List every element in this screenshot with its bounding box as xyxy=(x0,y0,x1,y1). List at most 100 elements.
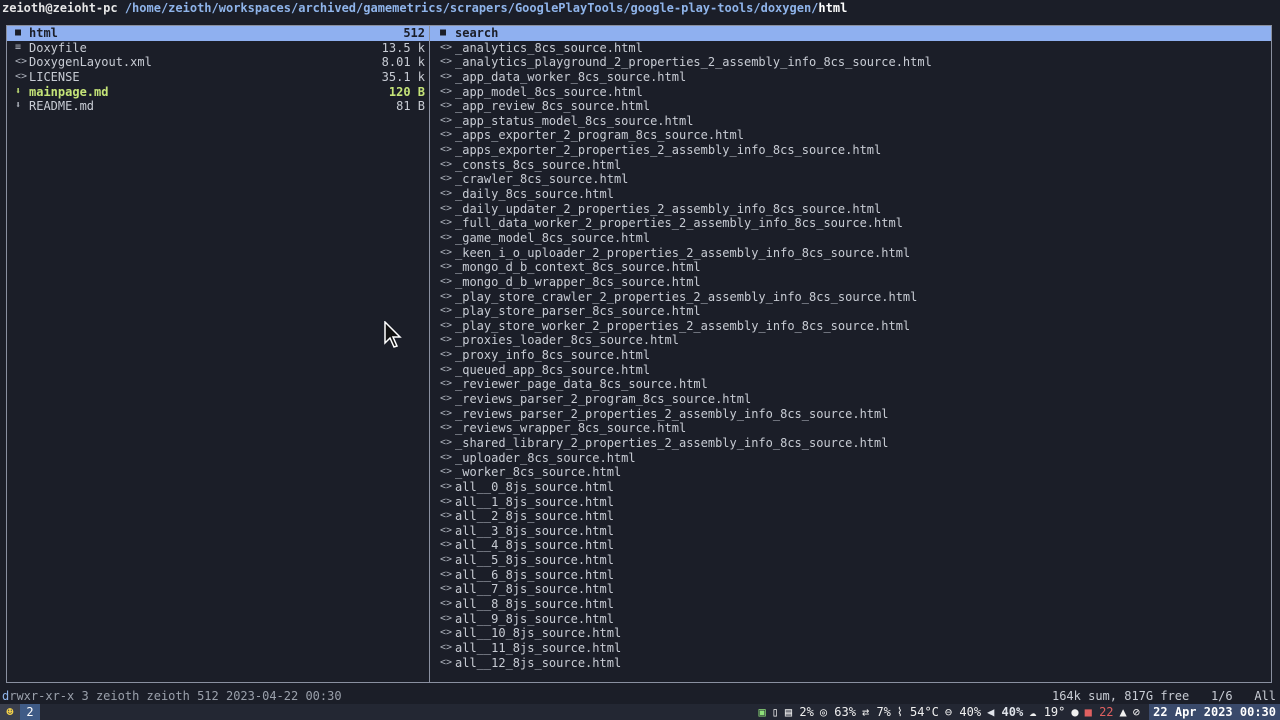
bell-widget[interactable]: ▲ xyxy=(1120,704,1127,720)
file-row[interactable]: <> all__11_8js_source.html xyxy=(430,641,1271,656)
disk-usage: 164k sum, 817G free xyxy=(1051,689,1190,703)
file-row[interactable]: <> _proxies_loader_8cs_source.html xyxy=(430,333,1271,348)
file-name: _full_data_worker_2_properties_2_assembl… xyxy=(455,216,903,231)
file-row[interactable]: <> _worker_8cs_source.html xyxy=(430,465,1271,480)
weather-widget[interactable]: ☁ 19° xyxy=(1029,704,1065,720)
file-name: DoxygenLayout.xml xyxy=(29,55,152,70)
file-row[interactable]: <> all__10_8js_source.html xyxy=(430,626,1271,641)
memory-widget[interactable]: ◎ 63% xyxy=(820,704,856,720)
code-file-icon: <> xyxy=(440,451,453,463)
file-row[interactable]: ■ html 512 xyxy=(7,26,429,41)
volume-widget[interactable]: ◀ 40% xyxy=(987,704,1023,720)
file-row[interactable]: <> _app_data_worker_8cs_source.html xyxy=(430,70,1271,85)
file-row[interactable]: <> _app_model_8cs_source.html xyxy=(430,85,1271,100)
bulb-widget[interactable]: ● xyxy=(1071,704,1078,720)
file-row[interactable]: <> all__1_8js_source.html xyxy=(430,495,1271,510)
code-file-icon: <> xyxy=(440,275,453,287)
file-name: _app_data_worker_8cs_source.html xyxy=(455,69,687,84)
file-size: 81 B xyxy=(396,99,425,114)
widget-value: 19° xyxy=(1043,705,1066,719)
disk-widget[interactable]: ⊖ 40% xyxy=(945,704,981,720)
clipboard-widget[interactable]: ▯ xyxy=(772,704,779,720)
launcher-face-icon[interactable]: ☻ xyxy=(0,704,20,720)
file-name: all__3_8js_source.html xyxy=(455,523,614,538)
file-row[interactable]: <> _apps_exporter_2_program_8cs_source.ht… xyxy=(430,128,1271,143)
file-row[interactable]: <> DoxygenLayout.xml 8.01 k xyxy=(7,55,429,70)
file-row[interactable]: <> all__2_8js_source.html xyxy=(430,509,1271,524)
file-name: _keen_i_o_uploader_2_properties_2_assemb… xyxy=(455,245,911,260)
file-row[interactable]: <> all__5_8js_source.html xyxy=(430,553,1271,568)
cpu-widget[interactable]: ▤ 2% xyxy=(785,704,814,720)
file-name: _reviews_parser_2_properties_2_assembly_… xyxy=(455,406,889,421)
file-row[interactable]: <> all__8_8js_source.html xyxy=(430,597,1271,612)
file-row[interactable]: <> all__4_8js_source.html xyxy=(430,538,1271,553)
file-row[interactable]: <> _proxy_info_8cs_source.html xyxy=(430,348,1271,363)
file-row[interactable]: ⬇ README.md 81 B xyxy=(7,99,429,114)
code-file-icon: <> xyxy=(440,319,453,331)
file-row[interactable]: <> _reviews_parser_2_program_8cs_source.h… xyxy=(430,392,1271,407)
file-row[interactable]: <> _reviewer_page_data_8cs_source.html xyxy=(430,377,1271,392)
file-row[interactable]: <> _play_store_crawler_2_properties_2_ass… xyxy=(430,290,1271,305)
volume-icon: ◀ xyxy=(987,705,995,719)
file-row[interactable]: <> LICENSE 35.1 k xyxy=(7,70,429,85)
file-name: _worker_8cs_source.html xyxy=(455,465,622,480)
file-row[interactable]: <> _analytics_playground_2_properties_2_a… xyxy=(430,55,1271,70)
file-row[interactable]: <> _consts_8cs_source.html xyxy=(430,158,1271,173)
file-row[interactable]: <> _mongo_d_b_wrapper_8cs_source.html xyxy=(430,275,1271,290)
thermometer-widget[interactable]: ⌇ 54°C xyxy=(897,704,939,720)
file-row[interactable]: <> all__0_8js_source.html xyxy=(430,480,1271,495)
scroll-indicator: All xyxy=(1254,689,1276,703)
file-row[interactable]: <> _crawler_8cs_source.html xyxy=(430,172,1271,187)
file-row[interactable]: <> _game_model_8cs_source.html xyxy=(430,231,1271,246)
file-row[interactable]: <> _reviews_wrapper_8cs_source.html xyxy=(430,421,1271,436)
file-row[interactable]: ⬇ mainpage.md 120 B xyxy=(7,85,429,100)
file-name: all__1_8js_source.html xyxy=(455,494,614,509)
clock[interactable]: 22 Apr 2023 00:30 xyxy=(1149,704,1280,720)
current-directory: html xyxy=(818,1,848,15)
file-row[interactable]: ≡ Doxyfile 13.5 k xyxy=(7,41,429,56)
file-row[interactable]: <> all__9_8js_source.html xyxy=(430,612,1271,627)
file-name: _reviews_wrapper_8cs_source.html xyxy=(455,421,687,436)
workspace-switcher[interactable]: ☻ 2 xyxy=(0,704,40,720)
calendar-widget[interactable]: ▣ xyxy=(758,704,765,720)
file-row[interactable]: <> all__6_8js_source.html xyxy=(430,568,1271,583)
file-row[interactable]: <> _app_status_model_8cs_source.html xyxy=(430,114,1271,129)
folder-row[interactable]: ■ search xyxy=(430,26,1271,41)
status-line: drwxr-xr-x 3 zeioth zeioth 512 2023-04-2… xyxy=(0,688,1280,704)
file-row[interactable]: <> _shared_library_2_properties_2_assembl… xyxy=(430,436,1271,451)
parent-directory-pane[interactable]: ■ html 512 ≡ Doxyfile 13.5 k <> DoxygenLayout.x… xyxy=(6,25,430,683)
file-row[interactable]: <> _keen_i_o_uploader_2_properties_2_asse… xyxy=(430,246,1271,261)
file-row[interactable]: <> all__7_8js_source.html xyxy=(430,582,1271,597)
file-name: all__2_8js_source.html xyxy=(455,509,614,524)
permissions: rwxr-xr-x xyxy=(9,689,75,703)
workspace-button[interactable]: 2 xyxy=(20,704,40,720)
code-file-icon: <> xyxy=(440,305,453,317)
file-row[interactable]: <> _daily_updater_2_properties_2_assembly… xyxy=(430,202,1271,217)
file-row[interactable]: <> _queued_app_8cs_source.html xyxy=(430,363,1271,378)
file-row[interactable]: <> _play_store_worker_2_properties_2_asse… xyxy=(430,319,1271,334)
code-file-icon: <> xyxy=(440,539,453,551)
file-name: _uploader_8cs_source.html xyxy=(455,450,636,465)
file-row[interactable]: <> _app_review_8cs_source.html xyxy=(430,99,1271,114)
file-row[interactable]: <> all__12_8js_source.html xyxy=(430,656,1271,671)
updates-widget[interactable]: ■ 22 xyxy=(1085,704,1114,720)
file-row[interactable]: <> all__3_8js_source.html xyxy=(430,524,1271,539)
file-row[interactable]: <> _analytics_8cs_source.html xyxy=(430,41,1271,56)
file-row[interactable]: <> _play_store_parser_8cs_source.html xyxy=(430,304,1271,319)
network-widget[interactable]: ⇄ 7% xyxy=(862,704,891,720)
file-row[interactable]: <> _apps_exporter_2_properties_2_assembly… xyxy=(430,143,1271,158)
file-row[interactable]: <> _daily_8cs_source.html xyxy=(430,187,1271,202)
file-row[interactable]: <> _uploader_8cs_source.html xyxy=(430,451,1271,466)
file-name: _play_store_parser_8cs_source.html xyxy=(455,304,701,319)
file-name: _analytics_playground_2_properties_2_ass… xyxy=(455,55,932,70)
file-name: all__10_8js_source.html xyxy=(455,626,622,641)
file-row[interactable]: <> _full_data_worker_2_properties_2_assem… xyxy=(430,216,1271,231)
file-name: _app_model_8cs_source.html xyxy=(455,84,643,99)
file-row[interactable]: <> _reviews_parser_2_properties_2_assembl… xyxy=(430,407,1271,422)
power-widget[interactable]: ⊘ xyxy=(1133,704,1140,720)
mouse-pointer-icon xyxy=(384,321,402,348)
file-name: html xyxy=(29,26,58,40)
file-row[interactable]: <> _mongo_d_b_context_8cs_source.html xyxy=(430,260,1271,275)
preview-pane[interactable]: ■ search <> _analytics_8cs_source.html <> _an… xyxy=(429,25,1272,683)
file-name: _consts_8cs_source.html xyxy=(455,157,622,172)
